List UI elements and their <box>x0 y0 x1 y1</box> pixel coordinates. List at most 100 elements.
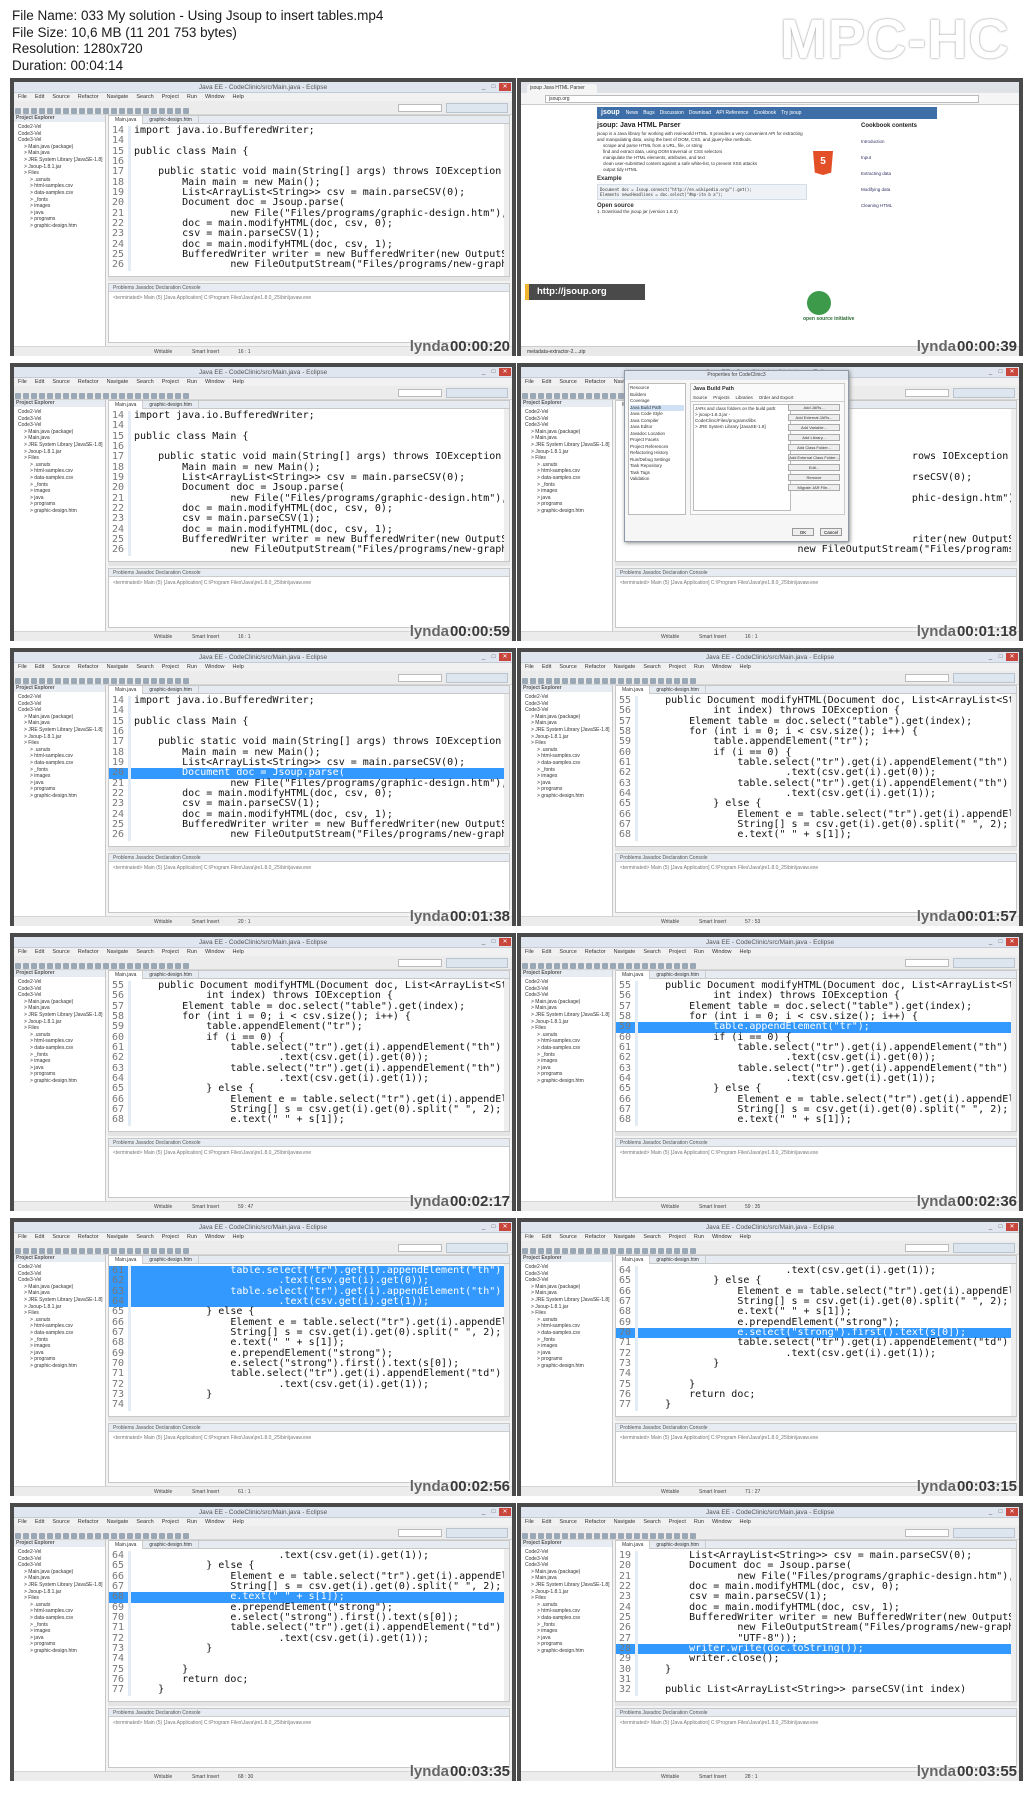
menu-item-project[interactable]: Project <box>162 1519 179 1525</box>
maximize-button[interactable]: □ <box>996 368 1005 376</box>
tree-item[interactable]: Code2-Vel <box>16 694 103 701</box>
toolbar-icon[interactable] <box>594 678 600 684</box>
menu-item-navigate[interactable]: Navigate <box>107 94 129 100</box>
code-editor[interactable]: Main.java graphic-design.htm 55 public Doc… <box>615 685 1017 847</box>
toolbar-icon[interactable] <box>71 393 77 399</box>
toolbar-icon[interactable] <box>522 963 528 969</box>
toolbar-icon[interactable] <box>87 108 93 114</box>
toolbar-icon[interactable] <box>23 393 29 399</box>
toolbar-icon[interactable] <box>127 1533 133 1539</box>
toolbar-icon[interactable] <box>55 108 61 114</box>
tree-item[interactable]: > Jsoup-1.8.1.jar <box>16 1304 103 1311</box>
menu-item-source[interactable]: Source <box>52 664 69 670</box>
menu-item-file[interactable]: File <box>18 664 27 670</box>
tree-item[interactable]: > Main.java <box>16 150 103 157</box>
perspective-switcher[interactable] <box>446 958 508 968</box>
perspective-switcher[interactable] <box>953 958 1015 968</box>
toolbar-icon[interactable] <box>95 963 101 969</box>
menu-item-edit[interactable]: Edit <box>542 664 551 670</box>
tree-item[interactable]: Code3-Vel <box>523 1562 610 1569</box>
toolbar-icon[interactable] <box>530 963 536 969</box>
menu-item-edit[interactable]: Edit <box>542 1519 551 1525</box>
toolbar-icon[interactable] <box>586 1248 592 1254</box>
toolbar-icon[interactable] <box>159 1248 165 1254</box>
tree-item[interactable]: > data-samples.csv <box>523 1615 610 1622</box>
toolbar-icon[interactable] <box>111 1248 117 1254</box>
toolbar-icon[interactable] <box>71 1533 77 1539</box>
toolbar-icon[interactable] <box>151 393 157 399</box>
menu-item-window[interactable]: Window <box>712 949 732 955</box>
editor-tab[interactable]: graphic-design.htm <box>143 1541 199 1549</box>
toolbar-icon[interactable] <box>167 393 173 399</box>
menu-item-edit[interactable]: Edit <box>35 94 44 100</box>
code-editor[interactable]: Main.java graphic-design.htm 14 import java… <box>108 685 510 847</box>
toolbar-icon[interactable] <box>143 963 149 969</box>
toolbar-icon[interactable] <box>634 963 640 969</box>
toolbar-icon[interactable] <box>103 1248 109 1254</box>
video-thumbnail[interactable]: Java EE - CodeClinic/src/Main.java - Ecl… <box>517 1218 1023 1496</box>
toolbar-icon[interactable] <box>63 393 69 399</box>
toolbar-icon[interactable] <box>95 393 101 399</box>
menu-item-search[interactable]: Search <box>136 949 153 955</box>
toolbar-icon[interactable] <box>87 1533 93 1539</box>
toolbar-icon[interactable] <box>522 678 528 684</box>
menu-item-help[interactable]: Help <box>233 949 244 955</box>
tree-item[interactable]: > programs <box>16 1071 103 1078</box>
toolbar-icon[interactable] <box>31 393 37 399</box>
code-editor[interactable]: Main.java graphic-design.htm 14 import java… <box>108 115 510 277</box>
tree-item[interactable]: > Main.java <box>16 1290 103 1297</box>
video-thumbnail[interactable]: Java EE - CodeClinic/src/Main.java - Ecl… <box>10 933 516 1211</box>
menu-item-navigate[interactable]: Navigate <box>614 1234 636 1240</box>
video-thumbnail[interactable]: Java EE - CodeClinic/src/Main.java - Ecl… <box>10 363 516 641</box>
tree-item[interactable]: > Main.java <box>523 1005 610 1012</box>
code-editor[interactable]: Main.java graphic-design.htm 55 public Doc… <box>108 970 510 1132</box>
tree-item[interactable]: Code2-Vel <box>16 1264 103 1271</box>
dialog-tab[interactable]: Libraries <box>736 395 753 400</box>
video-thumbnail[interactable]: Java EE - CodeClinic/src/Main.java - Ecl… <box>517 1503 1023 1781</box>
perspective-switcher[interactable] <box>446 388 508 398</box>
tree-item[interactable]: > programs <box>523 786 610 793</box>
tree-item[interactable]: > _fonts <box>16 1052 103 1059</box>
toolbar-icon[interactable] <box>183 393 189 399</box>
tree-item[interactable]: > graphic-design.htm <box>16 793 103 800</box>
menu-item-project[interactable]: Project <box>669 664 686 670</box>
toolbar-icon[interactable] <box>127 963 133 969</box>
toolbar-icon[interactable] <box>31 1533 37 1539</box>
console-tabs[interactable]: Problems Javadoc Declaration Console <box>109 569 509 577</box>
menu-item-window[interactable]: Window <box>712 1519 732 1525</box>
tree-item[interactable]: > data-samples.csv <box>523 1330 610 1337</box>
tree-item[interactable]: > JRE System Library [JavaSE-1.8] <box>523 1582 610 1589</box>
tree-item[interactable]: > JRE System Library [JavaSE-1.8] <box>16 1582 103 1589</box>
maximize-button[interactable]: □ <box>489 938 498 946</box>
menu-item-help[interactable]: Help <box>233 1234 244 1240</box>
toolbar-icon[interactable] <box>626 1248 632 1254</box>
toolbar-icon[interactable] <box>47 678 53 684</box>
menu-item-file[interactable]: File <box>525 949 534 955</box>
close-button[interactable]: ✕ <box>499 653 511 661</box>
toolbar-icon[interactable] <box>167 1248 173 1254</box>
toolbar-icon[interactable] <box>562 678 568 684</box>
cookbook-section[interactable]: Modifying data <box>861 187 951 193</box>
toolbar-icon[interactable] <box>682 1248 688 1254</box>
cookbook-section[interactable]: Introduction <box>861 139 951 145</box>
toolbar-icon[interactable] <box>135 393 141 399</box>
tree-item[interactable]: > Files <box>523 455 610 462</box>
editor-tab[interactable]: Main.java <box>109 116 144 124</box>
editor-tab[interactable]: Main.java <box>616 686 651 694</box>
toolbar-icon[interactable] <box>15 393 21 399</box>
tree-item[interactable]: > Jsoup-1.8.1.jar <box>523 1589 610 1596</box>
toolbar-icon[interactable] <box>674 678 680 684</box>
toolbar-icon[interactable] <box>183 963 189 969</box>
tree-item[interactable]: > programs <box>523 1071 610 1078</box>
menu-item-refactor[interactable]: Refactor <box>78 94 99 100</box>
tree-item[interactable]: > java <box>16 1635 103 1642</box>
menu-item-source[interactable]: Source <box>52 949 69 955</box>
toolbar-icon[interactable] <box>690 678 696 684</box>
close-button[interactable]: ✕ <box>499 938 511 946</box>
tree-item[interactable]: > Files <box>16 170 103 177</box>
horizontal-scrollbar[interactable] <box>615 562 1017 566</box>
tree-item[interactable]: > .usnuts <box>16 177 103 184</box>
toolbar-icon[interactable] <box>23 1533 29 1539</box>
toolbar-icon[interactable] <box>127 1248 133 1254</box>
toolbar-icon[interactable] <box>650 1533 656 1539</box>
